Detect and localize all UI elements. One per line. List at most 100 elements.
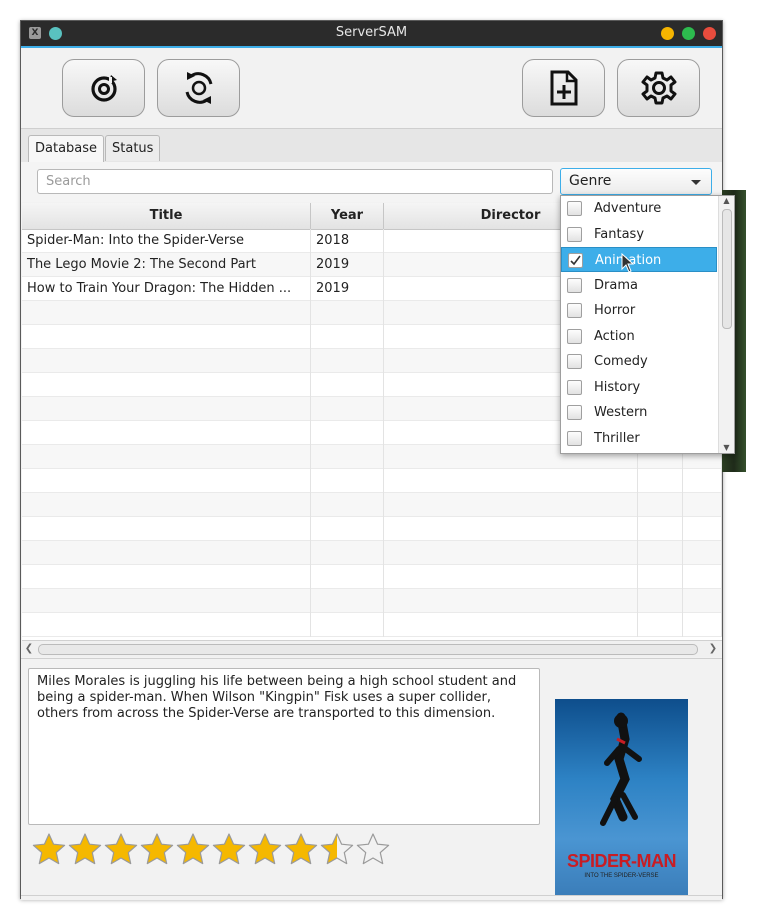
genre-option-label: Western	[594, 405, 648, 420]
table-cell	[384, 493, 638, 517]
tab-database[interactable]: Database	[28, 135, 105, 162]
horizontal-scrollbar[interactable]: ❮ ❯	[22, 640, 722, 657]
checkbox[interactable]	[567, 430, 582, 446]
table-row[interactable]	[22, 589, 722, 613]
settings-button[interactable]	[617, 59, 700, 117]
genre-option-label: History	[594, 379, 641, 395]
table-cell	[311, 373, 384, 397]
table-cell	[22, 301, 311, 325]
checkbox[interactable]	[567, 405, 582, 420]
table-cell	[683, 613, 722, 637]
dropdown-scrollbar[interactable]: ▲ ▼	[718, 196, 734, 453]
star-icon[interactable]	[356, 833, 390, 865]
genre-option-drama[interactable]: Drama	[561, 273, 717, 298]
genre-option-comedy[interactable]: Comedy	[561, 349, 717, 374]
star-icon[interactable]	[176, 833, 210, 865]
genre-option-western[interactable]: Western	[561, 400, 717, 425]
checkbox[interactable]	[567, 354, 582, 369]
app-window: X ServerSAM Database Status Search Genre…	[20, 20, 723, 900]
genre-option-action[interactable]: Action	[561, 324, 717, 349]
table-cell	[22, 565, 311, 589]
search-input[interactable]	[37, 169, 553, 194]
spider-man-figure-icon	[600, 712, 642, 826]
table-row[interactable]	[22, 517, 722, 541]
checkbox[interactable]	[567, 328, 582, 344]
checkbox[interactable]	[567, 201, 582, 216]
table-row[interactable]	[22, 613, 722, 637]
scroll-down-icon[interactable]: ▼	[719, 443, 734, 453]
gear-icon	[641, 71, 676, 105]
window-title: ServerSAM	[335, 25, 408, 40]
table-cell	[638, 565, 683, 589]
table-cell	[311, 565, 384, 589]
genre-option-label: Comedy	[594, 354, 648, 369]
table-cell	[311, 613, 384, 637]
minimize-button[interactable]	[661, 27, 674, 40]
star-icon[interactable]	[320, 833, 354, 865]
column-header-title[interactable]: Title	[22, 203, 311, 229]
table-cell	[22, 421, 311, 445]
star-icon[interactable]	[104, 833, 138, 865]
table-cell	[683, 469, 722, 493]
star-icon[interactable]	[284, 833, 318, 865]
table-cell	[22, 397, 311, 421]
genre-select-label: Genre	[569, 173, 612, 189]
maximize-button[interactable]	[682, 27, 695, 40]
genre-option-thriller[interactable]: Thriller	[561, 426, 717, 451]
description-textarea[interactable]: Miles Morales is juggling his life betwe…	[28, 668, 540, 825]
checkbox[interactable]	[567, 277, 582, 293]
genre-option-label: Thriller	[594, 430, 640, 446]
table-row[interactable]	[22, 493, 722, 517]
star-icon[interactable]	[32, 833, 66, 865]
scroll-right-icon[interactable]: ❯	[706, 641, 720, 657]
scroll-up-icon[interactable]: ▲	[719, 196, 734, 206]
star-icon[interactable]	[248, 833, 282, 865]
table-row[interactable]	[22, 565, 722, 589]
mouse-cursor-icon	[621, 253, 635, 273]
table-cell	[683, 493, 722, 517]
genre-select[interactable]: Genre	[560, 168, 712, 195]
dropdown-scrollbar-thumb[interactable]	[722, 209, 732, 329]
refresh-button[interactable]	[62, 59, 145, 117]
star-icon[interactable]	[68, 833, 102, 865]
table-cell	[22, 349, 311, 373]
close-button[interactable]	[703, 27, 716, 40]
sync-button[interactable]	[157, 59, 240, 117]
genre-option-horror[interactable]: Horror	[561, 298, 717, 323]
genre-option-adventure[interactable]: Adventure	[561, 196, 717, 221]
toolbar	[21, 48, 722, 128]
genre-option-label: Fantasy	[594, 226, 645, 242]
table-cell	[311, 397, 384, 421]
table-cell	[22, 493, 311, 517]
genre-option-label: Action	[594, 328, 635, 344]
table-cell	[638, 469, 683, 493]
genre-option-fantasy[interactable]: Fantasy	[561, 222, 717, 247]
table-cell	[311, 469, 384, 493]
table-cell	[311, 541, 384, 565]
checkbox[interactable]	[567, 226, 582, 242]
table-cell	[22, 445, 311, 469]
table-cell: Spider-Man: Into the Spider-Verse	[22, 229, 311, 253]
star-icon[interactable]	[140, 833, 174, 865]
table-cell	[311, 325, 384, 349]
tab-bar: Database Status	[21, 128, 722, 163]
genre-dropdown: Adventure Fantasy Animation Drama Horror Acti…	[560, 195, 735, 454]
table-row[interactable]	[22, 541, 722, 565]
genre-option-animation[interactable]: Animation	[561, 247, 717, 272]
table-row[interactable]	[22, 469, 722, 493]
scroll-left-icon[interactable]: ❮	[22, 641, 36, 657]
genre-option-history[interactable]: History	[561, 375, 717, 400]
add-file-button[interactable]	[522, 59, 605, 117]
tab-status[interactable]: Status	[105, 135, 161, 161]
details-panel: Miles Morales is juggling his life betwe…	[21, 658, 722, 899]
scrollbar-thumb[interactable]	[38, 644, 698, 655]
table-cell	[638, 493, 683, 517]
checkbox[interactable]	[567, 303, 582, 318]
table-cell	[384, 613, 638, 637]
checkbox[interactable]	[567, 379, 582, 395]
table-cell	[311, 493, 384, 517]
star-icon[interactable]	[212, 833, 246, 865]
column-header-year[interactable]: Year	[311, 203, 384, 229]
table-cell	[311, 421, 384, 445]
checkbox[interactable]	[568, 253, 583, 268]
